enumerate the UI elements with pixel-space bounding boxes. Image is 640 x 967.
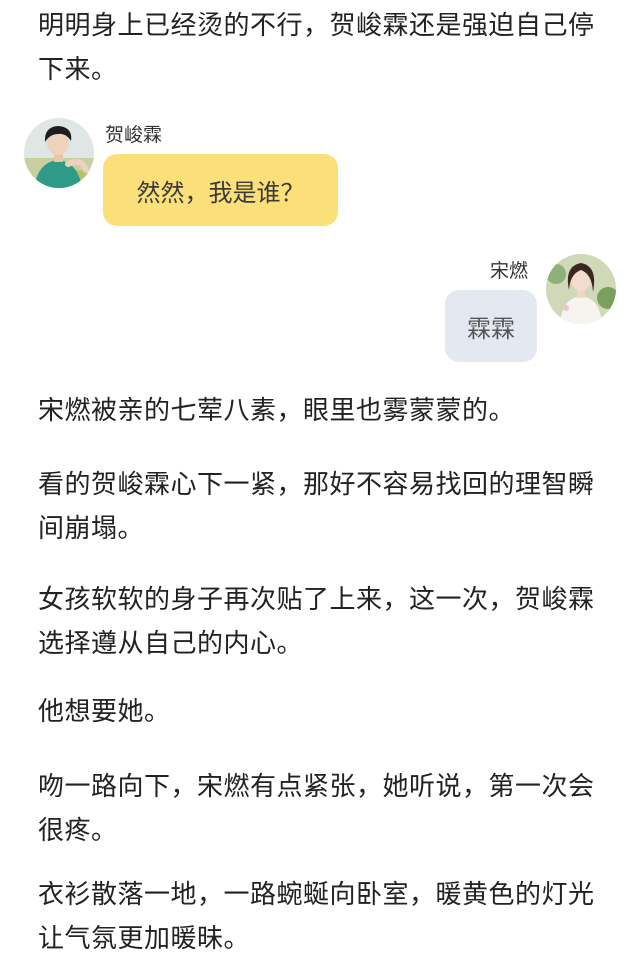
story-paragraph: 看的贺峻霖心下一紧，那好不容易找回的理智瞬间崩塌。 (38, 470, 595, 544)
he-junlin-avatar (24, 118, 94, 188)
song-ran-message-text: 霖霖 (467, 314, 515, 343)
song-ran-name: 宋燃 (490, 260, 529, 282)
story-paragraph: 吻一路向下，宋燃有点紧张，她听说，第一次会很疼。 (38, 772, 595, 846)
he-junlin-message-text: 然然，我是谁？ (136, 178, 305, 207)
song-ran-message-bubble: 霖霖 (445, 290, 537, 362)
story-paragraph: 女孩软软的身子再次贴了上来，这一次，贺峻霖选择遵从自己的内心。 (38, 585, 595, 659)
he-junlin-message-bubble: 然然，我是谁？ (103, 154, 338, 226)
song-ran-avatar (546, 254, 616, 324)
story-paragraph: 宋燃被亲的七荤八素，眼里也雾蒙蒙的。 (38, 396, 516, 426)
he-junlin-name: 贺峻霖 (105, 124, 163, 146)
story-paragraph: 他想要她。 (38, 697, 171, 727)
story-paragraph: 明明身上已经烫的不行，贺峻霖还是强迫自己停下来。 (38, 11, 595, 85)
story-paragraph: 衣衫散落一地，一路蜿蜒向卧室，暖黄色的灯光让气氛更加暖昧。 (38, 880, 595, 954)
